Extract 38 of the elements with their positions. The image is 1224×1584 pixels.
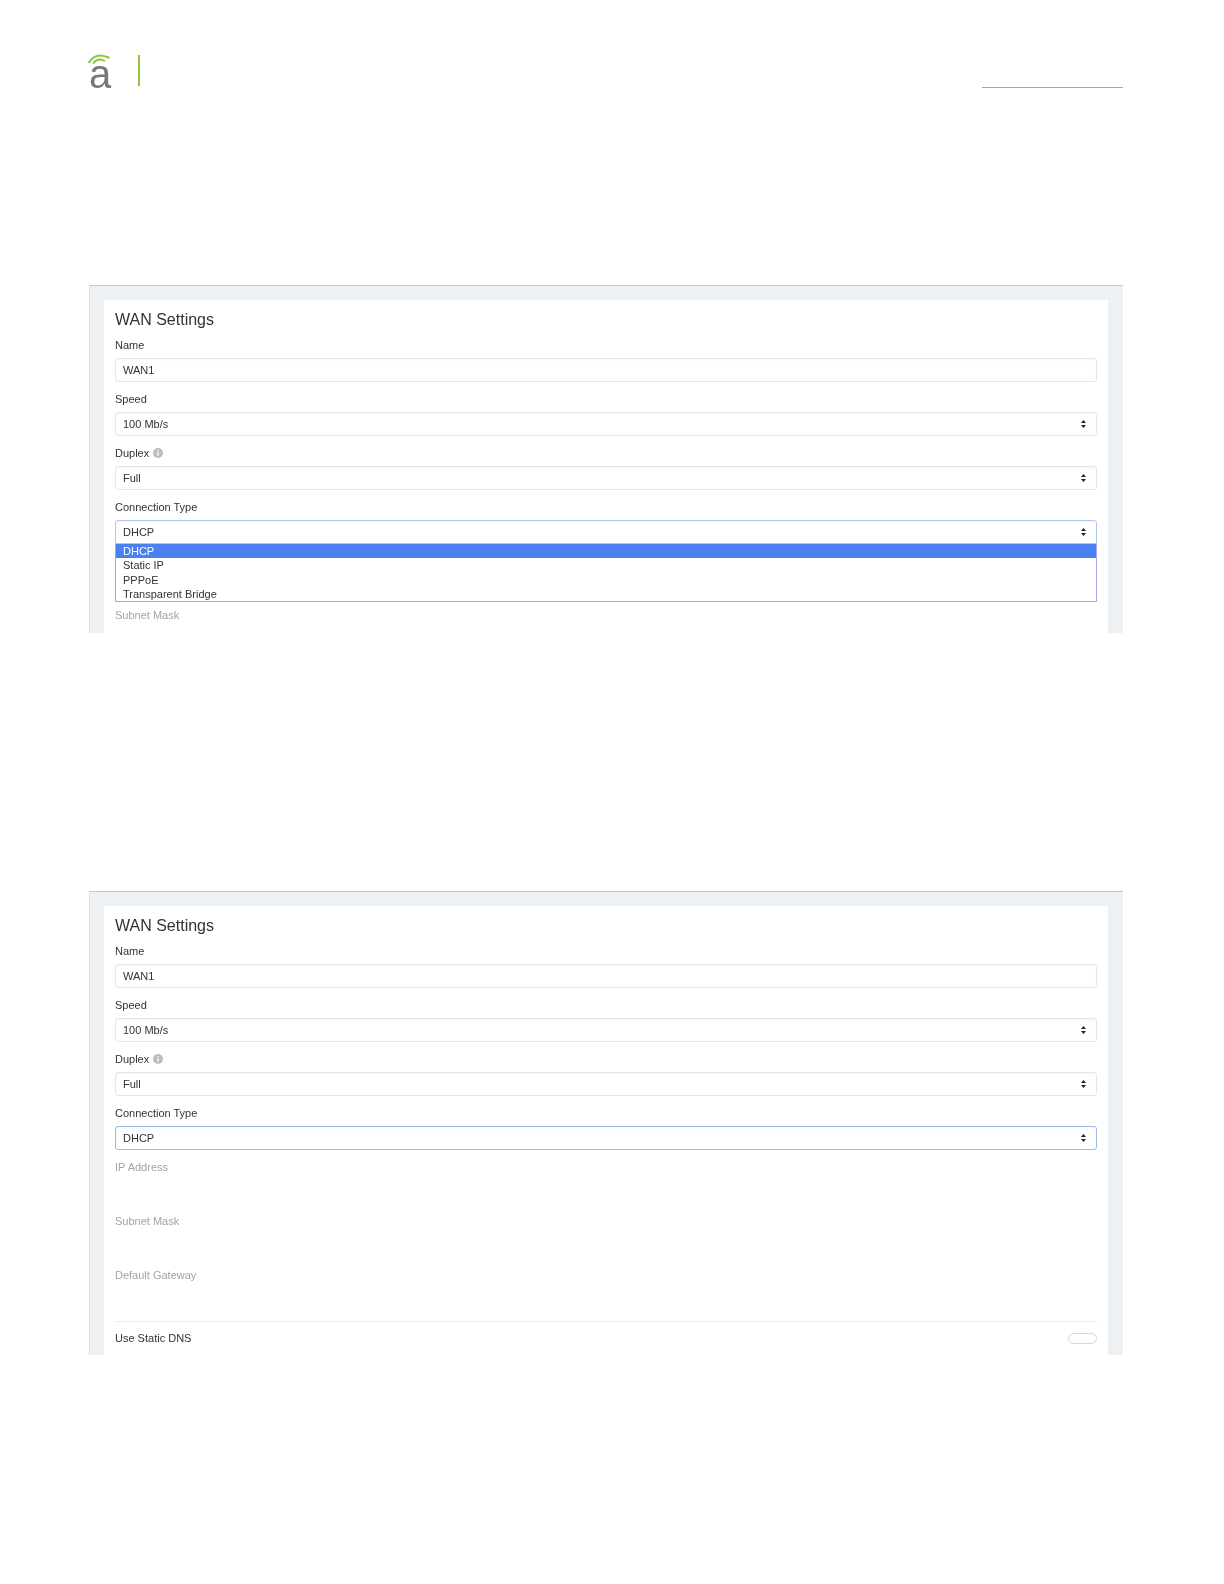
dropdown-option[interactable]: PPPoE bbox=[116, 572, 1096, 587]
field-label: Subnet Mask bbox=[115, 608, 180, 623]
dropdown-option[interactable]: Static IP bbox=[116, 558, 1096, 573]
select-caret-icon bbox=[1081, 1134, 1086, 1142]
panel-title: WAN Settings bbox=[115, 310, 214, 330]
select-field[interactable]: DHCP bbox=[115, 520, 1097, 544]
panel-title: WAN Settings bbox=[115, 916, 214, 936]
select-field[interactable]: 100 Mb/s bbox=[115, 1018, 1097, 1042]
dropdown-option[interactable]: Transparent Bridge bbox=[116, 586, 1096, 601]
info-icon[interactable] bbox=[153, 448, 164, 458]
select-caret-icon bbox=[1081, 474, 1086, 482]
toggle-switch[interactable] bbox=[1068, 1332, 1097, 1344]
logo-letter: a bbox=[89, 62, 112, 86]
dropdown-option[interactable]: DHCP bbox=[116, 544, 1096, 559]
select-caret-icon bbox=[1081, 420, 1086, 428]
select-field[interactable]: DHCP bbox=[115, 1126, 1097, 1150]
select-caret-icon bbox=[1081, 1026, 1086, 1034]
input-field[interactable]: WAN1 bbox=[115, 964, 1097, 988]
select-field[interactable]: Full bbox=[115, 466, 1097, 490]
signal-arcs-icon bbox=[87, 52, 111, 64]
field-label: Duplex bbox=[115, 1052, 150, 1067]
field-label: Speed bbox=[115, 998, 147, 1013]
field-label: Use Static DNS bbox=[115, 1331, 192, 1346]
field-label: Connection Type bbox=[115, 1106, 198, 1121]
select-caret-icon bbox=[1081, 1080, 1086, 1088]
field-label: Name bbox=[115, 338, 145, 353]
field-label: Default Gateway bbox=[115, 1268, 197, 1283]
field-label: IP Address bbox=[115, 1160, 168, 1175]
info-icon[interactable] bbox=[153, 1054, 164, 1064]
select-field[interactable]: 100 Mb/s bbox=[115, 412, 1097, 436]
field-label: Name bbox=[115, 944, 145, 959]
field-label: Speed bbox=[115, 392, 147, 407]
select-field[interactable]: Full bbox=[115, 1072, 1097, 1096]
field-label: Duplex bbox=[115, 446, 150, 461]
select-caret-icon bbox=[1081, 528, 1086, 536]
field-label: Subnet Mask bbox=[115, 1214, 180, 1229]
field-label: Connection Type bbox=[115, 500, 198, 515]
input-field[interactable]: WAN1 bbox=[115, 358, 1097, 382]
